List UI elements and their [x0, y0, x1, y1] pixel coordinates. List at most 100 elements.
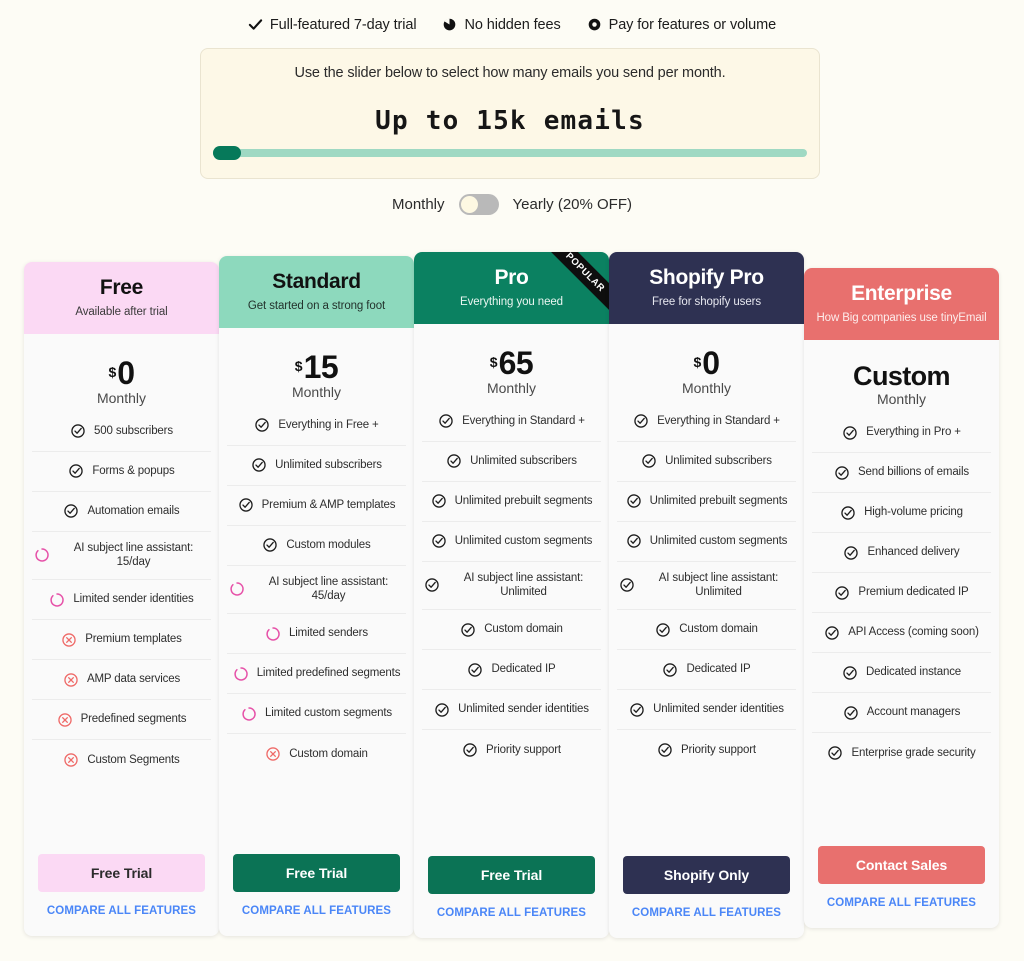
feature-item: Unlimited custom segments	[617, 522, 796, 562]
feature-item: Premium & AMP templates	[227, 486, 406, 526]
feature-label: 500 subscribers	[94, 424, 173, 437]
feature-item: AMP data services	[32, 660, 211, 701]
pricing-card-free: Free Available after trial $0 Monthly 500 su…	[24, 262, 219, 936]
plan-name: Shopify Pro	[649, 266, 764, 289]
billing-monthly-label[interactable]: Monthly	[392, 196, 445, 213]
check-circle-icon	[843, 705, 859, 721]
feature-badge-label: No hidden fees	[464, 16, 561, 33]
pricing-card-standard: Standard Get started on a strong foot $15 M…	[219, 256, 414, 936]
feature-label: API Access (coming soon)	[848, 626, 979, 639]
feature-label: Predefined segments	[80, 713, 187, 726]
card-header: Standard Get started on a strong foot	[219, 256, 414, 329]
feature-item: Unlimited sender identities	[422, 690, 601, 731]
feature-label: Limited predefined segments	[256, 667, 401, 680]
feature-item: Unlimited subscribers	[227, 446, 406, 486]
feature-label: Priority support	[486, 743, 561, 756]
feature-item: Dedicated IP	[422, 650, 601, 691]
feature-item: 500 subscribers	[32, 412, 211, 452]
feature-label: Premium & AMP templates	[261, 498, 396, 511]
plan-cta-button[interactable]: Contact Sales	[818, 846, 985, 885]
price-amount: Custom	[853, 361, 951, 392]
compare-all-features-link[interactable]: COMPARE ALL FEATURES	[38, 904, 205, 920]
check-circle-icon	[842, 425, 858, 441]
card-header: Enterprise How Big companies use tinyEmai…	[804, 268, 999, 341]
price-period: Monthly	[96, 389, 147, 406]
slider-track-wrap[interactable]	[213, 146, 807, 160]
slider-thumb[interactable]	[213, 146, 241, 160]
feature-item: Enhanced delivery	[812, 533, 991, 574]
check-circle-icon	[626, 493, 642, 509]
check-icon	[248, 17, 263, 32]
price-currency: $	[489, 354, 498, 371]
feature-item: Premium templates	[32, 620, 211, 661]
price-amount: 65	[498, 345, 534, 382]
slider-track[interactable]	[213, 146, 807, 160]
compare-all-features-link[interactable]: COMPARE ALL FEATURES	[818, 896, 985, 912]
feature-item: AI subject line assistant: Unlimited	[617, 562, 796, 611]
x-circle-icon	[265, 746, 281, 762]
price-period: Monthly	[876, 391, 927, 408]
check-circle-icon	[460, 622, 476, 638]
feature-badge-1: Full-featured 7-day trial	[248, 17, 417, 33]
feature-label: Enhanced delivery	[867, 546, 960, 559]
feature-item: API Access (coming soon)	[812, 613, 991, 654]
feature-item: Custom domain	[422, 610, 601, 651]
price-amount: 0	[702, 345, 720, 382]
price-block: $65 Monthly	[414, 324, 609, 401]
compare-all-features-link[interactable]: COMPARE ALL FEATURES	[623, 906, 790, 922]
feature-item: Predefined segments	[32, 700, 211, 741]
feature-item: AI subject line assistant: 15/day	[32, 532, 211, 581]
compare-all-features-link[interactable]: COMPARE ALL FEATURES	[428, 906, 595, 922]
feature-item: Custom domain	[227, 734, 406, 774]
billing-period-toggle-row: Monthly Yearly (20% OFF)	[0, 194, 1024, 215]
check-circle-icon	[238, 497, 254, 513]
check-circle-icon	[431, 533, 447, 549]
plan-cta-button[interactable]: Free Trial	[233, 854, 400, 893]
feature-label: Limited senders	[289, 627, 368, 640]
plan-tagline: How Big companies use tinyEmail	[816, 312, 987, 325]
price-amount: 0	[117, 355, 135, 392]
feature-label: Forms & popups	[92, 464, 175, 477]
feature-list: Everything in Free + Unlimited subscriber…	[219, 406, 414, 845]
check-circle-icon	[827, 745, 843, 761]
billing-yearly-label[interactable]: Yearly (20% OFF)	[513, 196, 632, 213]
feature-label: Unlimited custom segments	[649, 534, 788, 547]
partial-circle-icon	[229, 581, 245, 597]
feature-item: Everything in Pro +	[812, 413, 991, 454]
check-circle-icon	[431, 493, 447, 509]
card-header: Pro Everything you need POPULAR	[414, 252, 609, 325]
check-circle-icon	[438, 413, 454, 429]
card-footer: Shopify Only COMPARE ALL FEATURES	[609, 846, 804, 938]
feature-label: AI subject line assistant: 45/day	[268, 575, 389, 603]
plan-name: Free	[99, 276, 144, 299]
price-period: Monthly	[486, 379, 537, 396]
price-amount: 15	[303, 349, 339, 386]
feature-label: AI subject line assistant: 15/day	[73, 541, 194, 569]
plan-cta-button[interactable]: Free Trial	[428, 856, 595, 895]
feature-label: Custom domain	[484, 623, 563, 636]
billing-period-toggle[interactable]	[458, 194, 499, 215]
x-circle-icon	[63, 752, 79, 768]
feature-label: Limited custom segments	[265, 707, 392, 720]
plan-name: Enterprise	[851, 282, 952, 305]
check-circle-icon	[834, 585, 850, 601]
partial-circle-icon	[34, 547, 50, 563]
feature-item: Forms & popups	[32, 452, 211, 492]
feature-label: Everything in Standard +	[462, 414, 585, 427]
check-circle-icon	[633, 413, 649, 429]
feature-label: AMP data services	[86, 673, 181, 686]
feature-item: Dedicated IP	[617, 650, 796, 691]
plan-cta-button[interactable]: Free Trial	[38, 854, 205, 893]
feature-label: Priority support	[681, 743, 756, 756]
compare-all-features-link[interactable]: COMPARE ALL FEATURES	[233, 904, 400, 920]
feature-item: Unlimited subscribers	[422, 442, 601, 482]
feature-label: Automation emails	[87, 504, 180, 517]
plan-cta-button[interactable]: Shopify Only	[623, 856, 790, 895]
toggle-knob	[460, 196, 478, 213]
feature-badge-label: Pay for features or volume	[608, 16, 777, 33]
check-circle-icon	[467, 662, 483, 678]
check-circle-icon	[251, 457, 267, 473]
feature-item: Limited sender identities	[32, 580, 211, 621]
check-circle-icon	[655, 622, 671, 638]
feature-item: Limited predefined segments	[227, 654, 406, 695]
